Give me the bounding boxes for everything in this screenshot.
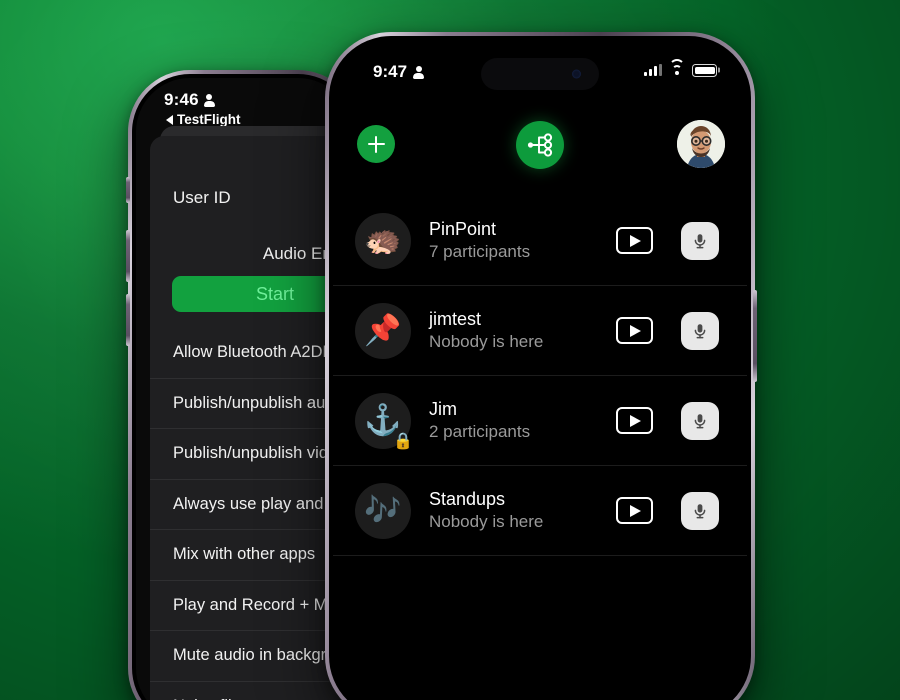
right-status-time-group: 9:47	[373, 62, 425, 82]
back-to-testflight-link[interactable]: TestFlight	[166, 112, 241, 127]
network-graph-icon[interactable]	[516, 121, 564, 169]
person-icon	[203, 93, 215, 107]
top-toolbar	[333, 120, 747, 181]
right-phone-mockup: 9:47 🦔 PinPoint 7 participants 📌 jimtest…	[325, 32, 757, 700]
settings-row-label: Allow Bluetooth A2DP	[173, 343, 334, 362]
settings-row[interactable]: Allow Bluetooth A2DP	[150, 328, 352, 379]
microphone-icon	[694, 503, 706, 518]
hedgehog-icon: 🦔	[355, 212, 411, 269]
status-icons	[644, 59, 717, 77]
settings-row[interactable]: Mute audio in backgro	[150, 631, 352, 682]
video-call-button[interactable]	[616, 317, 653, 344]
video-call-button[interactable]	[616, 227, 653, 254]
settings-row-label: Mute audio in backgro	[173, 646, 336, 665]
music-notes-icon: 🎶	[355, 482, 411, 539]
microphone-button[interactable]	[681, 311, 719, 350]
silent-switch-button[interactable]	[126, 177, 130, 203]
left-status-time-group: 9:46	[164, 90, 215, 110]
room-participants: 7 participants	[429, 242, 531, 262]
settings-list: Allow Bluetooth A2DP Publish/unpublish au…	[150, 328, 352, 700]
room-participants: 2 participants	[429, 422, 531, 442]
right-status-bar: 9:47	[333, 59, 747, 84]
room-list-item[interactable]: 🦔 PinPoint 7 participants	[333, 196, 747, 286]
user-id-label: User ID	[173, 188, 231, 207]
play-icon	[630, 414, 641, 427]
room-name: PinPoint	[429, 219, 497, 240]
settings-row[interactable]: Publish/unpublish aud	[150, 379, 352, 429]
room-name: Jim	[429, 399, 457, 420]
settings-row-label: Always use play and r	[173, 494, 334, 513]
wifi-icon	[669, 59, 685, 76]
start-button-label: Start	[255, 283, 294, 304]
battery-icon	[692, 64, 717, 77]
lock-icon: 🔒	[393, 432, 413, 450]
left-phone-screen: 9:46 TestFlight Set User ID Audio Engine…	[136, 78, 352, 700]
settings-row-label: Publish/unpublish aud	[173, 393, 335, 412]
room-participants: Nobody is here	[429, 332, 544, 352]
room-list-item[interactable]: 📌 jimtest Nobody is here	[333, 286, 747, 376]
power-button[interactable]	[753, 290, 757, 382]
left-status-time: 9:46	[164, 90, 199, 109]
microphone-icon	[694, 233, 706, 248]
settings-row-label: Mix with other apps	[173, 545, 316, 564]
add-room-button[interactable]	[357, 125, 395, 163]
settings-row[interactable]: Noise filter	[150, 682, 352, 700]
anchor-icon: ⚓ 🔒	[355, 392, 413, 450]
settings-row-label: Publish/unpublish vid	[173, 444, 329, 463]
right-phone-screen: 9:47 🦔 PinPoint 7 participants 📌 jimtest…	[333, 40, 747, 700]
settings-row[interactable]: Play and Record + Mix	[150, 581, 352, 631]
settings-card: Set User ID Audio Engine Start Allow Blu…	[150, 136, 352, 700]
play-icon	[630, 324, 641, 337]
room-list-item[interactable]: ⚓ 🔒 Jim 2 participants	[333, 376, 747, 466]
back-link-label: TestFlight	[177, 112, 241, 127]
settings-row[interactable]: Publish/unpublish vid	[150, 429, 352, 480]
video-call-button[interactable]	[616, 497, 653, 524]
room-list: 🦔 PinPoint 7 participants 📌 jimtest Nobody is…	[333, 196, 747, 556]
settings-row[interactable]: Mix with other apps	[150, 530, 352, 581]
room-participants: Nobody is here	[429, 512, 544, 532]
right-status-time: 9:47	[373, 62, 408, 81]
video-call-button[interactable]	[616, 407, 653, 434]
play-icon	[630, 234, 641, 247]
microphone-icon	[694, 323, 706, 338]
room-text-block: Standups Nobody is here	[429, 488, 616, 533]
volume-down-button[interactable]	[126, 294, 130, 346]
play-icon	[630, 504, 641, 517]
microphone-button[interactable]	[681, 491, 719, 530]
triangle-left-icon	[166, 114, 173, 125]
room-list-item[interactable]: 🎶 Standups Nobody is here	[333, 466, 747, 556]
room-text-block: jimtest Nobody is here	[429, 308, 616, 353]
microphone-button[interactable]	[681, 401, 719, 440]
settings-row-label: Play and Record + Mix	[173, 595, 340, 614]
user-avatar-memoji[interactable]	[677, 120, 725, 168]
volume-up-button[interactable]	[126, 230, 130, 282]
person-icon	[413, 65, 425, 79]
room-name: Standups	[429, 489, 506, 510]
cellular-signal-icon	[644, 64, 662, 77]
settings-row[interactable]: Always use play and r	[150, 480, 352, 530]
room-text-block: PinPoint 7 participants	[429, 218, 616, 263]
microphone-button[interactable]	[681, 221, 719, 260]
microphone-icon	[694, 413, 706, 428]
room-text-block: Jim 2 participants	[429, 398, 616, 443]
room-name: jimtest	[429, 309, 482, 330]
pushpin-icon: 📌	[355, 302, 411, 359]
